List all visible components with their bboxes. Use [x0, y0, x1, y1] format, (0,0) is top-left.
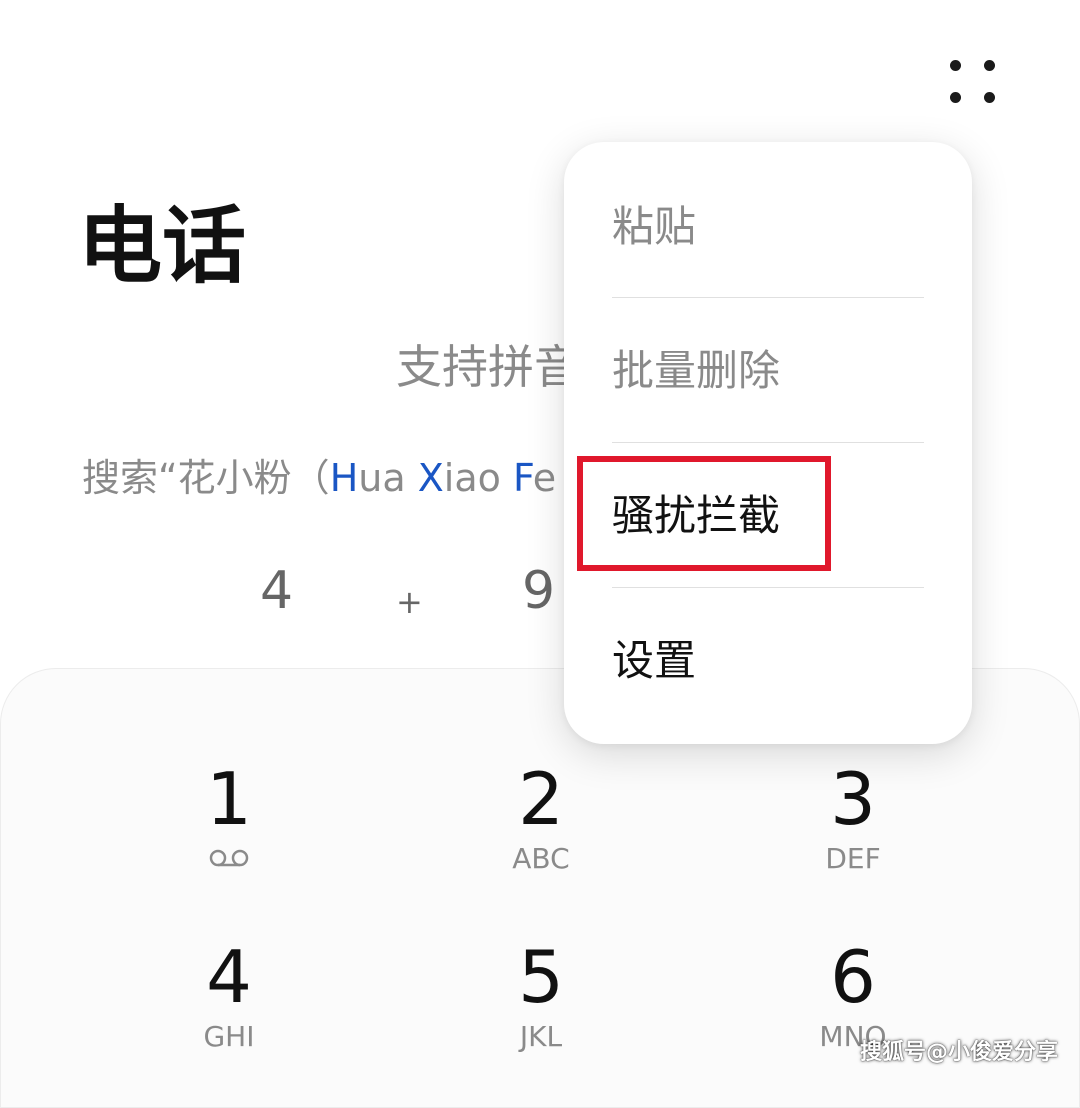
menu-item-batch-delete[interactable]: 批量删除 [612, 300, 924, 445]
input-preview-char: + [396, 583, 423, 621]
voicemail-icon [208, 847, 250, 873]
key-5[interactable]: 5 JKL [421, 941, 661, 1091]
menu-divider [612, 297, 924, 298]
key-6[interactable]: 6 MNO [733, 941, 973, 1091]
pinyin-hint-text: 支持拼音 [396, 340, 580, 394]
highlight-letter: F [512, 456, 533, 500]
key-digit: 2 [518, 757, 564, 841]
more-options-button[interactable] [938, 50, 1008, 110]
search-example-part: ua [358, 456, 418, 500]
key-3[interactable]: 3 DEF [733, 763, 973, 913]
key-letters: DEF [825, 842, 881, 875]
menu-item-label: 批量删除 [612, 346, 781, 395]
highlight-letter: X [417, 456, 444, 500]
watermark: 搜狐号@小俊爱分享 [859, 1040, 1058, 1065]
key-digit: 1 [206, 757, 252, 841]
key-digit: 4 [206, 935, 252, 1019]
search-example-prefix: 搜索“花小粉（ [82, 456, 330, 500]
menu-divider [612, 442, 924, 443]
search-example-text: 搜索“花小粉（Hua Xiao Fe [82, 456, 556, 502]
search-example-part: iao [443, 456, 513, 500]
input-preview-char: 9 [522, 561, 556, 621]
highlight-letter: H [329, 456, 359, 500]
menu-item-paste[interactable]: 粘贴 [612, 156, 924, 301]
more-dots-icon-part [984, 92, 995, 103]
highlight-annotation-box [577, 456, 831, 571]
key-2[interactable]: 2 ABC [421, 763, 661, 913]
key-letters: ABC [512, 842, 570, 875]
key-digit: 6 [830, 935, 876, 1019]
key-digit: 3 [830, 757, 876, 841]
key-4[interactable]: 4 GHI [109, 941, 349, 1091]
key-letters: JKL [519, 1020, 563, 1053]
menu-divider [612, 587, 924, 588]
search-example-part: e [532, 456, 557, 500]
menu-item-label: 粘贴 [612, 202, 697, 251]
more-dots-icon-part [984, 60, 995, 71]
input-preview-char: 4 [260, 561, 294, 621]
page-title: 电话 [78, 197, 247, 295]
more-dots-icon-part [950, 92, 961, 103]
menu-item-label: 设置 [612, 636, 697, 685]
key-letters: GHI [203, 1020, 255, 1053]
overflow-menu: 粘贴 批量删除 骚扰拦截 设置 [564, 142, 972, 744]
key-1[interactable]: 1 [109, 763, 349, 913]
menu-item-settings[interactable]: 设置 [612, 590, 924, 735]
more-dots-icon [950, 60, 961, 71]
key-digit: 5 [518, 935, 564, 1019]
